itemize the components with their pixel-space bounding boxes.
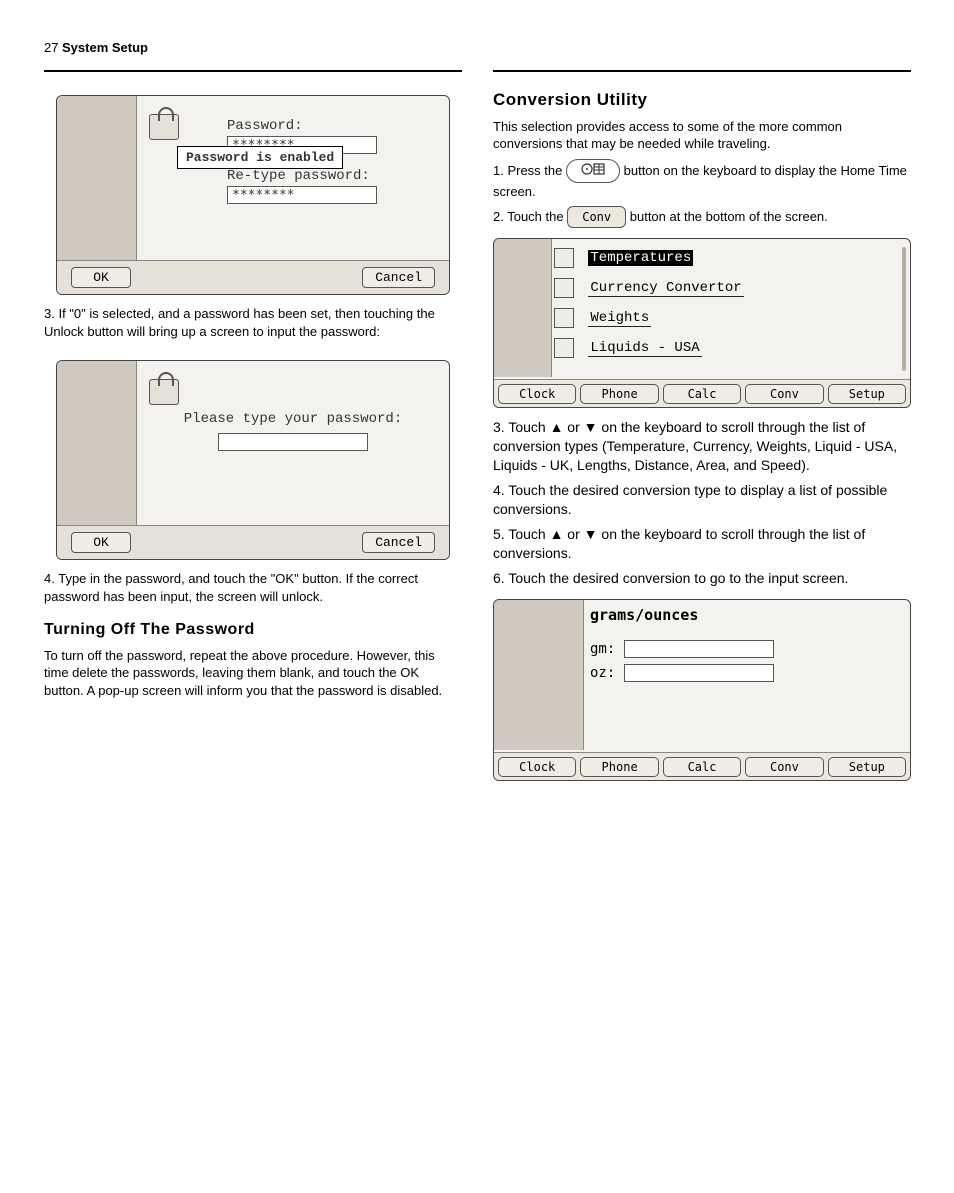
list-item-weights[interactable]: Weights xyxy=(552,303,898,333)
conv-sidebar xyxy=(494,600,584,750)
scale-icon xyxy=(554,308,574,328)
beaker-icon xyxy=(554,338,574,358)
conv-title: grams/ounces xyxy=(590,606,698,624)
text-step4-right: 4. Touch the desired conversion type to … xyxy=(493,481,911,519)
list-item-currency[interactable]: Currency Convertor xyxy=(552,273,898,303)
retype-field[interactable]: ******** xyxy=(227,186,377,204)
list-item-liquids-usa[interactable]: Liquids - USA xyxy=(552,333,898,363)
list-sidebar xyxy=(494,239,552,377)
cancel-button[interactable]: Cancel xyxy=(362,532,435,553)
password-input[interactable] xyxy=(218,433,368,451)
text-step2: 2. Touch the Conv button at the bottom o… xyxy=(493,206,911,228)
rule-right xyxy=(493,70,911,72)
tab-setup[interactable]: Setup xyxy=(828,384,906,404)
tab-calc[interactable]: Calc xyxy=(663,384,741,404)
text-step1: 1. Press the button on the keyboard to d… xyxy=(493,159,911,200)
heading-turn-off-password: Turning Off The Password xyxy=(44,619,462,641)
tab-conv[interactable]: Conv xyxy=(745,384,823,404)
tab-phone[interactable]: Phone xyxy=(580,384,658,404)
page-number: 27 xyxy=(44,40,58,55)
gm-input[interactable] xyxy=(624,640,774,658)
heading-conversion-utility: Conversion Utility xyxy=(493,89,911,112)
gm-label: gm: xyxy=(590,641,615,657)
text-step5-right: 5. Touch ▲ or ▼ on the keyboard to scrol… xyxy=(493,525,911,563)
tab-conv[interactable]: Conv xyxy=(745,757,823,777)
oz-label: oz: xyxy=(590,665,615,681)
text-step4: 4. Type in the password, and touch the "… xyxy=(44,570,462,605)
text-step6-right: 6. Touch the desired conversion to go to… xyxy=(493,569,911,588)
password-dialog: Password: ******** Password is enabled R… xyxy=(56,95,450,295)
up-arrow-icon: ▲ xyxy=(550,419,564,435)
password-enabled-popup: Password is enabled xyxy=(177,146,343,169)
text-step3-right: 3. Touch ▲ or ▼ on the keyboard to scrol… xyxy=(493,418,911,475)
hometime-key-icon xyxy=(566,159,620,183)
conv-touch-button[interactable]: Conv xyxy=(567,206,626,228)
conversion-list-window: Temperatures Currency Convertor Weights … xyxy=(493,238,911,408)
up-arrow-icon: ▲ xyxy=(550,526,564,542)
ok-button[interactable]: OK xyxy=(71,267,131,288)
down-arrow-icon: ▼ xyxy=(584,419,598,435)
password-label: Password: xyxy=(227,118,421,134)
password-prompt-dialog: Please type your password: OK Cancel xyxy=(56,360,450,560)
text-step3: 3. If "0" is selected, and a password ha… xyxy=(44,305,462,340)
thermometer-icon xyxy=(554,248,574,268)
scrollbar[interactable] xyxy=(902,247,906,371)
rule-left xyxy=(44,70,462,72)
tab-clock[interactable]: Clock xyxy=(498,757,576,777)
page-heading: System Setup xyxy=(62,40,148,55)
ok-button[interactable]: OK xyxy=(71,532,131,553)
currency-icon xyxy=(554,278,574,298)
tab-phone[interactable]: Phone xyxy=(580,757,658,777)
grams-ounces-window: grams/ounces gm: oz: Clock Phone Calc Co… xyxy=(493,599,911,781)
list-item-temperatures[interactable]: Temperatures xyxy=(552,243,898,273)
cancel-button[interactable]: Cancel xyxy=(362,267,435,288)
tab-calc[interactable]: Calc xyxy=(663,757,741,777)
text-conv-intro: This selection provides access to some o… xyxy=(493,118,911,153)
text-turn-off-body: To turn off the password, repeat the abo… xyxy=(44,647,462,700)
oz-input[interactable] xyxy=(624,664,774,682)
tab-clock[interactable]: Clock xyxy=(498,384,576,404)
password-prompt-label: Please type your password: xyxy=(165,411,421,427)
retype-label: Re-type password: xyxy=(227,168,421,184)
down-arrow-icon: ▼ xyxy=(584,526,598,542)
tab-setup[interactable]: Setup xyxy=(828,757,906,777)
